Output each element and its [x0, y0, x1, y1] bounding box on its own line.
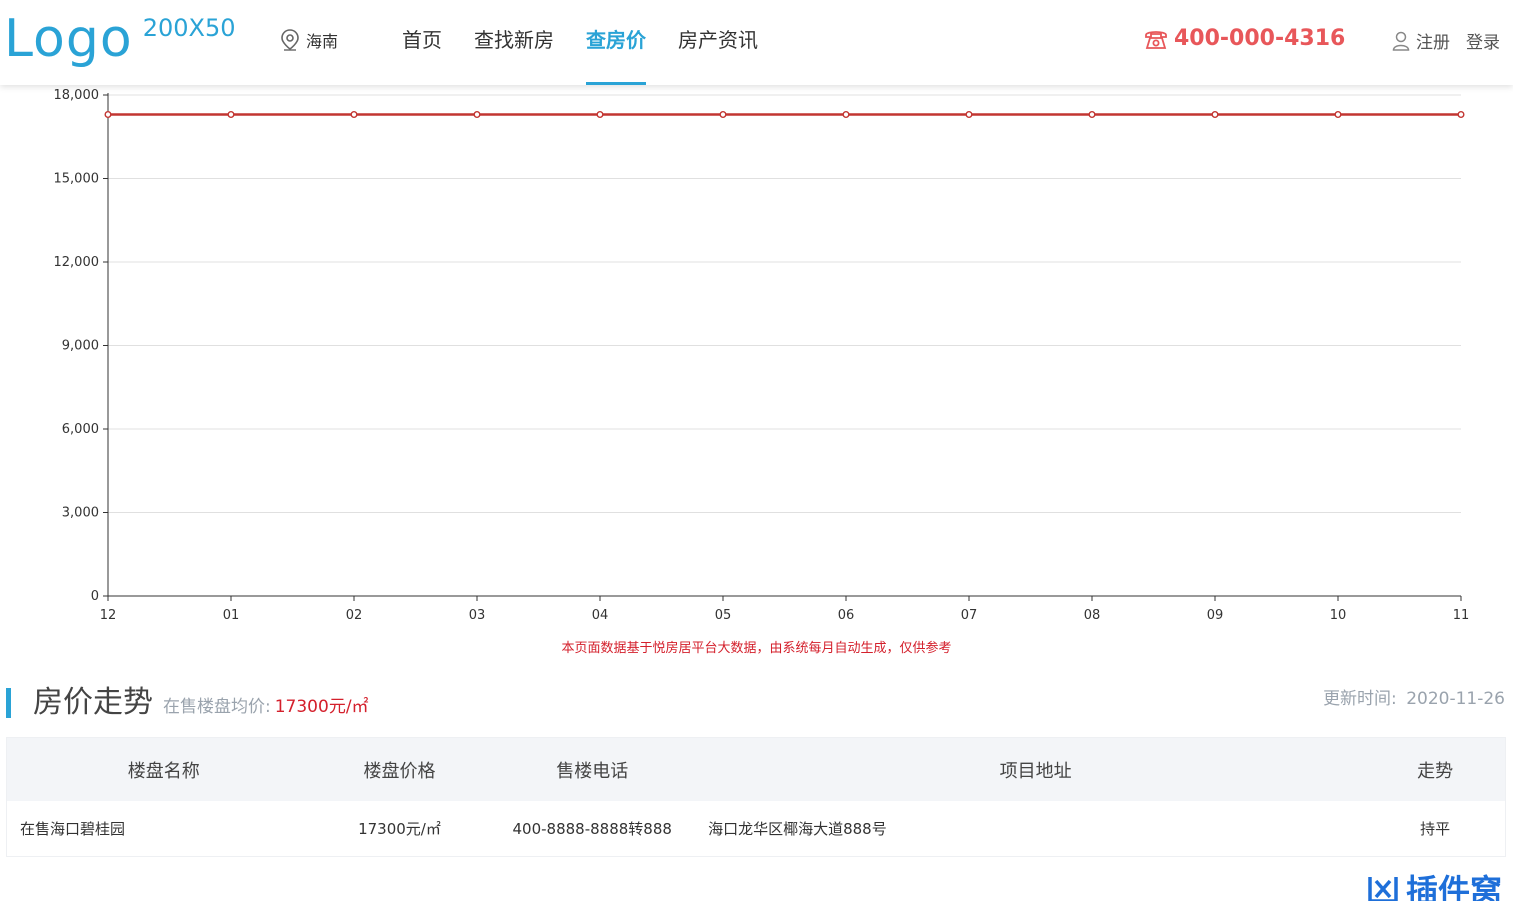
plugin-logo-icon: [1368, 877, 1398, 901]
average-price-value: 17300元/㎡: [274, 697, 369, 717]
x-tick-label: 03: [469, 608, 486, 623]
data-point: [227, 110, 235, 118]
user-icon: [1392, 31, 1410, 51]
logo-text: Logo: [4, 9, 133, 69]
x-tick-label: 07: [961, 608, 978, 623]
data-point: [842, 110, 850, 118]
nav-find-new-house[interactable]: 查找新房: [458, 0, 570, 85]
update-time-value: 2020-11-26: [1406, 689, 1505, 709]
y-tick-label: 3,000: [62, 506, 99, 521]
location-pin-icon: [281, 29, 299, 51]
hotline-number: 400-000-4316: [1174, 26, 1346, 51]
price-trend-chart-svg: 0 3,000 6,000 9,000 12,000 15,000 18,000 12 01 02…: [54, 88, 1470, 623]
data-point: [473, 110, 481, 118]
y-tick-label: 18,000: [54, 88, 100, 103]
city-label: 海南: [306, 32, 339, 51]
header-project-address: 项目地址: [999, 760, 1072, 782]
user-links: 注册 登录: [1392, 28, 1500, 53]
login-link[interactable]: 登录: [1466, 28, 1500, 53]
data-point: [1211, 110, 1219, 118]
data-point: [350, 110, 358, 118]
y-tick-label: 6,000: [62, 422, 99, 437]
x-tick-label: 05: [715, 608, 732, 623]
data-point: [104, 110, 112, 118]
section-heading: 房价走势 在售楼盘均价: 17300元/㎡: [6, 686, 369, 720]
table-header: 楼盘名称 楼盘价格 售楼电话 项目地址 走势: [7, 738, 1505, 801]
x-tick-label: 11: [1453, 608, 1470, 623]
data-disclaimer: 本页面数据基于悦房居平台大数据，由系统每月自动生成，仅供参考: [561, 641, 952, 656]
x-tick-label: 06: [838, 608, 855, 623]
cell-project-price: 17300元/㎡: [358, 820, 441, 838]
header-project-price: 楼盘价格: [363, 760, 436, 782]
average-price-label: 在售楼盘均价:: [163, 697, 271, 717]
header-sales-phone: 售楼电话: [556, 760, 629, 782]
x-tick-label: 12: [100, 608, 117, 623]
header-trend: 走势: [1417, 760, 1454, 782]
x-tick-label: 08: [1084, 608, 1101, 623]
register-link[interactable]: 注册: [1416, 28, 1450, 53]
data-point: [1088, 110, 1096, 118]
cell-project-address: 海口龙华区椰海大道888号: [708, 820, 887, 838]
y-tick-label: 9,000: [62, 339, 99, 354]
x-tick-label: 04: [592, 608, 609, 623]
main-nav: 首页 查找新房 查房价 房产资讯: [386, 0, 774, 85]
site-header: Logo 200X50 海南 首页 查找新房 查房价 房产资讯 400-000-…: [0, 0, 1513, 85]
nav-news[interactable]: 房产资讯: [662, 0, 774, 85]
cell-trend: 持平: [1420, 820, 1451, 838]
nav-home[interactable]: 首页: [386, 0, 458, 85]
section-accent-bar: [6, 688, 11, 718]
y-tick-label: 0: [91, 589, 99, 604]
data-point: [965, 110, 973, 118]
data-point: [719, 110, 727, 118]
data-point: [596, 110, 604, 118]
update-time: 更新时间: 2020-11-26: [1323, 684, 1505, 709]
price-trend-chart: 0 3,000 6,000 9,000 12,000 15,000 18,000 12 01 02…: [0, 85, 1513, 630]
hotline: 400-000-4316: [1144, 26, 1345, 51]
y-tick-label: 15,000: [54, 172, 100, 187]
city-selector[interactable]: 海南: [280, 28, 338, 52]
x-tick-label: 10: [1330, 608, 1347, 623]
telephone-icon: [1145, 30, 1167, 49]
data-point: [1334, 110, 1342, 118]
section-title: 房价走势: [33, 685, 153, 720]
header-project-name: 楼盘名称: [127, 760, 200, 782]
nav-check-price[interactable]: 查房价: [570, 0, 662, 85]
x-tick-label: 01: [223, 608, 240, 623]
project-table: 楼盘名称 楼盘价格 售楼电话 项目地址 走势 在售海口碧桂园 17300元/㎡ …: [6, 737, 1506, 857]
update-time-label: 更新时间:: [1323, 689, 1397, 709]
site-logo[interactable]: Logo 200X50: [4, 4, 236, 74]
watermark-logo: 插件窝: [1366, 866, 1502, 901]
cell-sales-phone: 400-8888-8888转888: [512, 820, 672, 838]
x-tick-label: 02: [346, 608, 363, 623]
watermark-text: 插件窝: [1406, 872, 1503, 901]
data-point: [1457, 110, 1465, 118]
y-tick-label: 12,000: [54, 255, 100, 270]
table-row[interactable]: 在售海口碧桂园 17300元/㎡ 400-8888-8888转888 海口龙华区…: [7, 801, 1505, 856]
cell-project-name[interactable]: 在售海口碧桂园: [7, 818, 321, 839]
logo-size-text: 200X50: [142, 14, 236, 42]
x-tick-label: 09: [1207, 608, 1224, 623]
